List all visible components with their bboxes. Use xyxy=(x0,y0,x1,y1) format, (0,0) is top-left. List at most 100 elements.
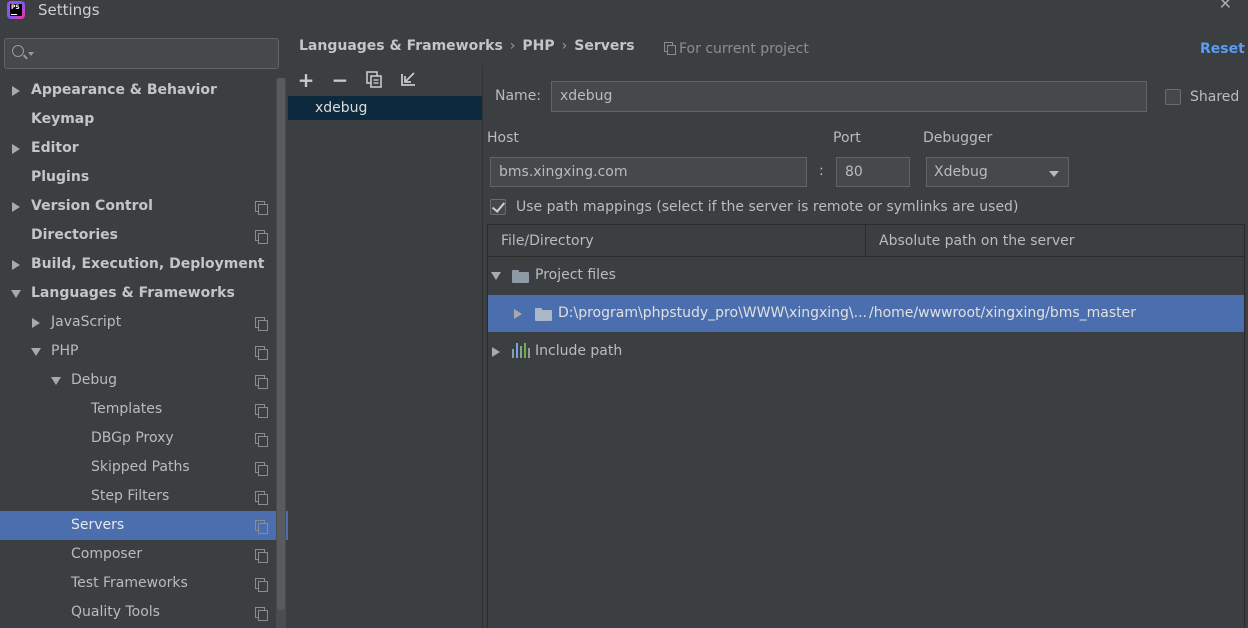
port-field[interactable]: 80 xyxy=(836,157,910,187)
sidebar-item-label: Templates xyxy=(91,401,163,417)
sidebar-item-quality-tools[interactable]: Quality Tools xyxy=(0,598,276,627)
project-scope-icon xyxy=(255,607,268,621)
scope-indicator: For current project xyxy=(664,41,809,57)
debugger-select[interactable]: Xdebug xyxy=(926,157,1069,187)
project-scope-icon xyxy=(255,404,268,418)
breadcrumb-item-languages: Languages & Frameworks xyxy=(299,38,503,54)
panel-divider[interactable] xyxy=(482,66,483,628)
search-input[interactable] xyxy=(4,38,279,69)
server-path-cell[interactable]: /home/wwwroot/xingxing/bms_master xyxy=(869,295,1136,332)
sidebar-item-keymap[interactable]: Keymap xyxy=(0,105,276,134)
breadcrumb-item-servers: Servers xyxy=(574,38,635,54)
settings-sidebar: Appearance & Behavior Keymap Editor Plugins… xyxy=(0,24,288,628)
search-history-dropdown-icon[interactable] xyxy=(28,52,34,56)
collapse-arrow-icon[interactable] xyxy=(51,377,61,385)
sidebar-item-label: Editor xyxy=(31,140,79,156)
breadcrumb-item-php: PHP xyxy=(522,38,555,54)
collapse-arrow-icon[interactable] xyxy=(31,348,41,356)
sidebar-item-version-control[interactable]: Version Control xyxy=(0,192,276,221)
expand-arrow-icon[interactable] xyxy=(12,86,20,96)
sidebar-item-step-filters[interactable]: Step Filters xyxy=(0,482,276,511)
collapse-arrow-icon[interactable] xyxy=(491,272,501,280)
project-scope-icon xyxy=(255,230,268,244)
table-row[interactable]: Project files xyxy=(488,257,1244,294)
sidebar-item-test-frameworks[interactable]: Test Frameworks xyxy=(0,569,276,598)
expand-arrow-icon[interactable] xyxy=(32,318,40,328)
copy-server-button[interactable] xyxy=(364,70,384,90)
close-icon[interactable]: ✕ xyxy=(1219,0,1232,13)
sidebar-item-label: Quality Tools xyxy=(71,604,160,620)
shared-checkbox[interactable] xyxy=(1165,89,1181,105)
host-field[interactable]: bms.xingxing.com xyxy=(490,157,807,187)
project-scope-icon xyxy=(255,317,268,331)
sidebar-item-label: Keymap xyxy=(31,111,95,127)
sidebar-item-label: JavaScript xyxy=(51,314,122,330)
expand-arrow-icon[interactable] xyxy=(514,309,522,319)
table-header: File/Directory Absolute path on the serv… xyxy=(488,225,1244,257)
server-name: xdebug xyxy=(315,100,368,116)
search-icon xyxy=(12,45,24,57)
file-cell: Include path xyxy=(535,343,623,359)
add-server-button[interactable]: + xyxy=(296,70,316,90)
import-server-button[interactable] xyxy=(398,70,418,90)
sidebar-item-plugins[interactable]: Plugins xyxy=(0,163,276,192)
project-scope-icon xyxy=(255,462,268,476)
sidebar-item-dbgp-proxy[interactable]: DBGp Proxy xyxy=(0,424,276,453)
sidebar-item-servers[interactable]: Servers xyxy=(0,511,288,540)
sidebar-item-debug[interactable]: Debug xyxy=(0,366,276,395)
remove-server-button[interactable]: − xyxy=(330,70,350,90)
sidebar-item-label: Servers xyxy=(71,517,125,533)
debugger-label: Debugger xyxy=(923,130,993,146)
window-title: Settings xyxy=(38,1,100,19)
sidebar-item-label: PHP xyxy=(51,343,79,359)
host-label: Host xyxy=(487,130,519,146)
path-mappings-label: Use path mappings (select if the server … xyxy=(516,199,1019,215)
sidebar-scrollbar[interactable] xyxy=(276,78,286,628)
port-label: Port xyxy=(833,130,861,146)
file-cell: D:\program\phpstudy_pro\WWW\xingxing\... xyxy=(558,305,867,321)
expand-arrow-icon[interactable] xyxy=(12,202,20,212)
sidebar-item-php[interactable]: PHP xyxy=(0,337,276,366)
project-scope-icon xyxy=(255,201,268,215)
table-row[interactable]: D:\program\phpstudy_pro\WWW\xingxing\...… xyxy=(488,295,1244,332)
sidebar-item-label: Version Control xyxy=(31,198,153,214)
file-cell: Project files xyxy=(535,267,616,283)
table-row[interactable]: Include path xyxy=(488,333,1244,370)
import-icon xyxy=(401,72,415,86)
server-list-item[interactable]: xdebug xyxy=(288,96,482,120)
sidebar-item-composer[interactable]: Composer xyxy=(0,540,276,569)
project-scope-icon xyxy=(255,520,268,534)
sidebar-item-skipped-paths[interactable]: Skipped Paths xyxy=(0,453,276,482)
sidebar-item-templates[interactable]: Templates xyxy=(0,395,276,424)
project-scope-icon xyxy=(255,549,268,563)
sidebar-item-label: Appearance & Behavior xyxy=(31,82,217,98)
scope-label: For current project xyxy=(679,41,809,57)
scrollbar-thumb[interactable] xyxy=(277,78,285,610)
sidebar-item-label: Debug xyxy=(71,372,118,388)
collapse-arrow-icon[interactable] xyxy=(11,290,21,298)
sidebar-item-label: Build, Execution, Deployment xyxy=(31,256,265,272)
column-header-server-path[interactable]: Absolute path on the server xyxy=(879,225,1075,257)
sidebar-item-appearance-behavior[interactable]: Appearance & Behavior xyxy=(0,76,276,105)
expand-arrow-icon[interactable] xyxy=(12,144,20,154)
path-mappings-checkbox[interactable] xyxy=(490,199,506,215)
column-header-file[interactable]: File/Directory xyxy=(501,225,594,257)
sidebar-item-languages-frameworks[interactable]: Languages & Frameworks xyxy=(0,279,276,308)
sidebar-item-label: Test Frameworks xyxy=(71,575,188,591)
reset-link[interactable]: Reset xyxy=(1200,41,1245,57)
sidebar-item-javascript[interactable]: JavaScript xyxy=(0,308,276,337)
expand-arrow-icon[interactable] xyxy=(492,347,500,357)
sidebar-item-directories[interactable]: Directories xyxy=(0,221,276,250)
path-mappings-table: File/Directory Absolute path on the serv… xyxy=(487,224,1245,628)
project-scope-icon xyxy=(255,578,268,592)
breadcrumb-separator: › xyxy=(561,38,568,54)
sidebar-item-build-execution-deployment[interactable]: Build, Execution, Deployment xyxy=(0,250,276,279)
breadcrumb-separator: › xyxy=(509,38,516,54)
server-name-field[interactable]: xdebug xyxy=(551,81,1147,112)
sidebar-item-label: DBGp Proxy xyxy=(91,430,174,446)
expand-arrow-icon[interactable] xyxy=(12,260,20,270)
sidebar-item-editor[interactable]: Editor xyxy=(0,134,276,163)
column-divider[interactable] xyxy=(865,225,866,257)
phpstorm-logo-icon: PS xyxy=(7,1,25,19)
breadcrumb: Languages & Frameworks › PHP › Servers xyxy=(299,38,635,58)
